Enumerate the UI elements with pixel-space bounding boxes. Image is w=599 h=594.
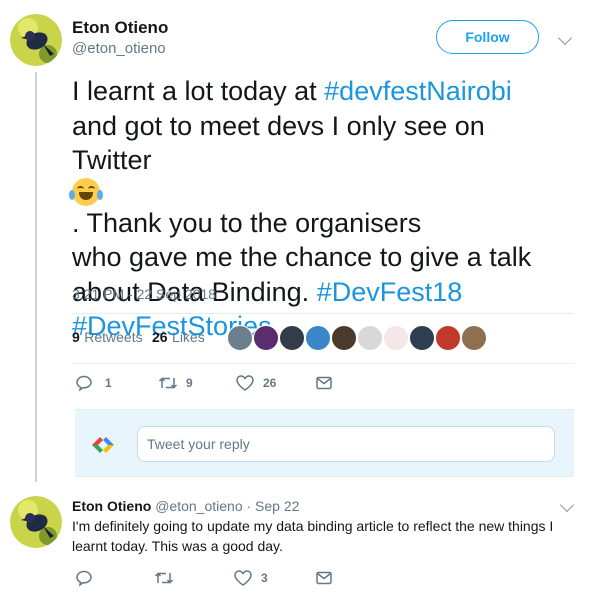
liker-avatar[interactable] [357,325,383,351]
tweet-timestamp[interactable]: 3:21 PM - 22 Sep 2018 [72,286,216,302]
reply-like-action[interactable]: 3 [233,569,268,587]
reply-retweet-action[interactable] [154,569,174,587]
tweet-line-1: I learnt a lot today at #devfestNairobi [72,76,512,106]
retweets-stat[interactable]: 9 Retweets [72,329,143,347]
reply-action[interactable]: 1 [75,374,112,392]
liker-avatar[interactable] [383,325,409,351]
thread-line [35,72,37,482]
follow-button[interactable]: Follow [436,20,539,54]
reply-text: I'm definitely going to update my data b… [72,518,554,554]
liker-avatar[interactable] [409,325,435,351]
reply-direct-message-action[interactable] [315,569,333,587]
tweet-text: I learnt a lot today at #devfestNairobi … [69,74,572,344]
heart-icon [234,570,252,586]
author-avatar[interactable] [10,14,62,66]
liker-avatar[interactable] [279,325,305,351]
tweet-line-4: who gave me the chance to give a talk [72,242,532,272]
google-developers-logo-icon [88,430,118,465]
retweet-icon [154,572,174,584]
retweet-icon [158,377,178,389]
author-name[interactable]: Eton Otieno [72,18,168,38]
liker-avatar[interactable] [253,325,279,351]
chevron-down-icon[interactable] [559,497,575,513]
hashtag-devfest18[interactable]: #DevFest18 [317,277,463,307]
direct-message-action[interactable] [315,374,333,392]
reply-date[interactable]: · Sep 22 [247,498,300,514]
reply-reply-action[interactable] [75,569,93,587]
author-handle[interactable]: @eton_otieno [72,40,166,57]
divider [72,363,574,364]
tweet-line-2: and got to meet devs I only see on [72,110,485,141]
retweet-action[interactable]: 9 [158,374,193,392]
reply-icon [76,570,92,587]
envelope-icon [316,376,332,390]
reply-author-avatar[interactable] [10,496,62,548]
tweet-line-3: Twitter . Thank you to the organisers [69,143,572,240]
hashtag-devfestnairobi[interactable]: #devfestNairobi [324,76,512,106]
heart-icon [236,375,254,391]
liker-avatar[interactable] [227,325,253,351]
reply-icon [76,375,92,392]
reply-author-name[interactable]: Eton Otieno [72,498,151,514]
liker-avatar[interactable] [331,325,357,351]
divider [72,313,574,314]
liker-avatar[interactable] [461,325,487,351]
chevron-down-icon[interactable] [557,30,573,46]
reply-input[interactable]: Tweet your reply [137,426,555,462]
liker-avatar[interactable] [435,325,461,351]
liker-avatar[interactable] [305,325,331,351]
envelope-icon [316,571,332,585]
like-action[interactable]: 26 [235,374,276,392]
reply-header: Eton Otieno @eton_otieno · Sep 22 [72,498,299,514]
likes-stat[interactable]: 26 Likes [152,329,205,347]
reply-author-handle[interactable]: @eton_otieno [155,498,242,514]
tears-of-joy-emoji-icon [69,177,103,206]
